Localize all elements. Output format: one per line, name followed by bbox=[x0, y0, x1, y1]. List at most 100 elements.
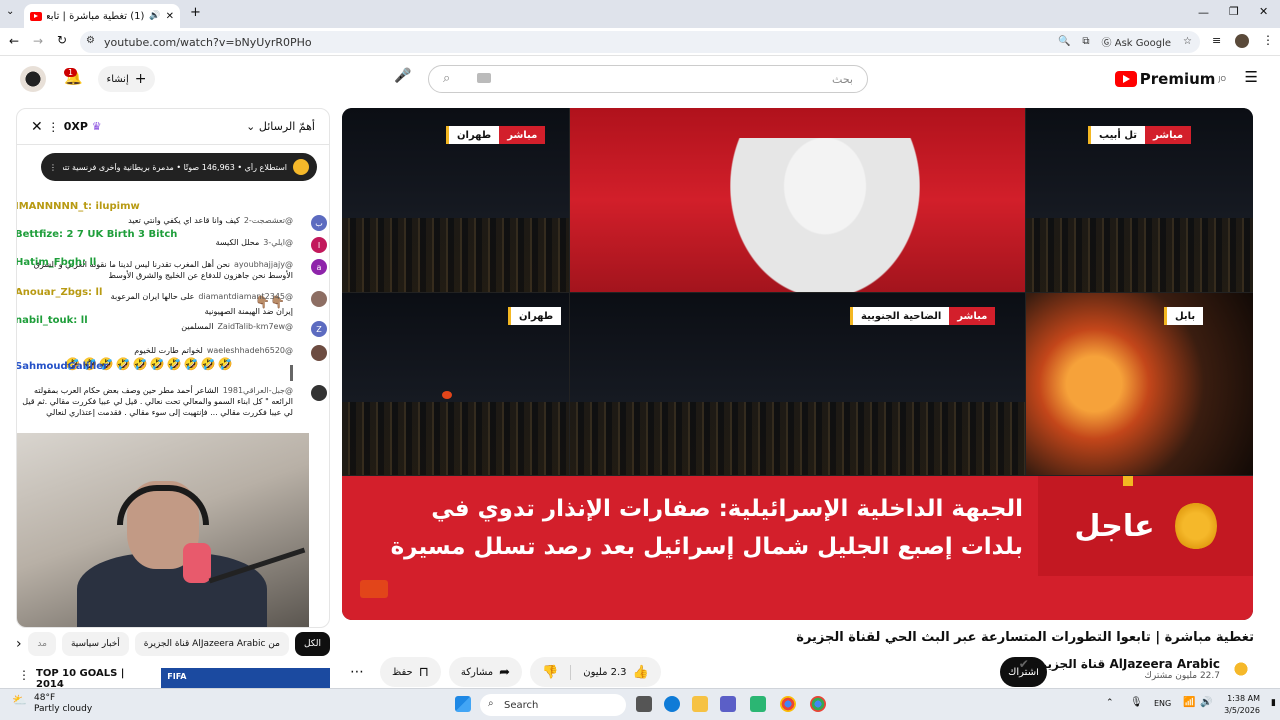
account-avatar[interactable] bbox=[20, 66, 46, 92]
search-placeholder: بحث bbox=[832, 72, 853, 86]
channel-name[interactable]: AlJazeera Arabic قناة الجزيرة bbox=[1033, 657, 1220, 671]
sort-label: أهمّ الرسائل bbox=[258, 120, 315, 133]
rec-thumbnail[interactable]: FIFA bbox=[161, 668, 330, 690]
message-author[interactable]: @ايلي-3 bbox=[263, 238, 293, 247]
author-avatar: a bbox=[311, 259, 327, 275]
breaking-news-banner: عاجل الجبهة الداخلية الإسرائيلية: صفارات… bbox=[342, 476, 1253, 620]
more-actions-icon[interactable]: ⋯ bbox=[342, 657, 372, 687]
chat-scrollbar[interactable] bbox=[290, 365, 293, 381]
channel-avatar[interactable] bbox=[1228, 656, 1254, 682]
volume-icon[interactable]: 🔊 bbox=[1200, 697, 1212, 708]
chip-more[interactable]: مد bbox=[28, 632, 56, 656]
video-player[interactable]: مباشر طهران مباشر تل أبيب طهران مباشر الضاح… bbox=[342, 108, 1253, 620]
message-author[interactable]: @تعشصجت-2 bbox=[244, 216, 293, 225]
tab-search-icon[interactable]: ⌄ bbox=[6, 6, 14, 17]
chip-politics[interactable]: أخبار سياسية bbox=[61, 632, 129, 656]
thumbs-up-icon: 👍 bbox=[632, 664, 649, 680]
share-button[interactable]: ➦ مشاركة bbox=[448, 657, 523, 687]
like-button[interactable]: 👍 2.3 مليون bbox=[570, 664, 660, 680]
bookmark-star-icon[interactable]: ☆ bbox=[1183, 36, 1192, 47]
tray-chevron-icon[interactable]: ⌃ bbox=[1106, 698, 1114, 708]
headphones-icon bbox=[117, 485, 209, 525]
input-language[interactable]: ENG bbox=[1154, 699, 1171, 708]
forward-icon[interactable]: → bbox=[33, 34, 43, 48]
keyboard-icon[interactable] bbox=[477, 73, 491, 83]
save-button[interactable]: ⊓ حفظ bbox=[380, 657, 441, 687]
create-button[interactable]: إنشاء + bbox=[98, 66, 155, 92]
close-chat-icon[interactable]: ✕ bbox=[31, 119, 43, 135]
xp-badge[interactable]: 0XP ♛ bbox=[64, 120, 102, 133]
breaking-tag: عاجل bbox=[1038, 476, 1253, 576]
message-text: إيران ضد الهيمنة الصهيونية bbox=[204, 307, 293, 316]
task-view-icon[interactable] bbox=[636, 696, 652, 712]
notification-center-icon[interactable]: ▮ bbox=[1271, 698, 1276, 708]
message-author[interactable]: @جبل-العراقي1981 bbox=[223, 386, 293, 395]
message-author[interactable]: @ayoubhajjajy bbox=[234, 260, 293, 269]
voice-search-icon[interactable]: 🎤 bbox=[392, 68, 414, 90]
poll-menu-icon[interactable]: ⋮ bbox=[49, 163, 57, 172]
chrome-active-icon[interactable] bbox=[810, 696, 826, 712]
tab-title: (1) تغطية مباشرة | تابعوا التط bbox=[47, 10, 145, 22]
poll-banner[interactable]: استطلاع رأي • 146,963 صوتًا • مدمرة بريط… bbox=[41, 153, 317, 181]
app-icon[interactable] bbox=[750, 696, 766, 712]
youtube-premium-logo[interactable]: Premium JO bbox=[1114, 70, 1226, 88]
start-icon[interactable] bbox=[455, 696, 471, 712]
install-icon[interactable]: ⧉ bbox=[1082, 36, 1089, 47]
studio-guest bbox=[730, 138, 920, 292]
chrome-icon[interactable] bbox=[780, 696, 796, 712]
rec-menu-icon[interactable]: ⋮ bbox=[18, 668, 30, 682]
browser-menu-icon[interactable]: ⋮ bbox=[1262, 33, 1274, 47]
chip-all[interactable]: الكل bbox=[294, 632, 330, 656]
taskbar-search[interactable]: ⌕ Search bbox=[480, 694, 626, 716]
message-author[interactable]: @waeleshhadeh6520 bbox=[207, 346, 293, 355]
channel-info[interactable]: AlJazeera Arabic قناة الجزيرة ✔ 22.7 ملي… bbox=[1019, 656, 1254, 682]
feed-studio bbox=[570, 108, 1025, 292]
browser-tab[interactable]: (1) تغطية مباشرة | تابعوا التط 🔊 ✕ bbox=[24, 4, 180, 28]
edge-icon[interactable] bbox=[664, 696, 680, 712]
weather-icon: ⛅ bbox=[12, 693, 27, 707]
clock[interactable]: 1:38 AM 3/5/2026 bbox=[1224, 693, 1260, 717]
reload-icon[interactable]: ↻ bbox=[57, 33, 67, 47]
time: 1:38 AM bbox=[1227, 694, 1260, 703]
url-field[interactable]: ⚙ youtube.com/watch?v=bNyUyrR0PHo 🔍 ⧉ Ⓖ … bbox=[80, 31, 1200, 53]
message-author[interactable]: @ZaidTalib-km7ew bbox=[217, 322, 293, 331]
stream-overlay-text: IMANNNNN_t: ilupimw bbox=[16, 201, 140, 212]
teams-icon[interactable] bbox=[720, 696, 736, 712]
network-icon[interactable]: 📶 bbox=[1183, 697, 1195, 708]
corner-logo-icon bbox=[360, 580, 388, 598]
profile-avatar[interactable] bbox=[1235, 34, 1249, 48]
tray-mic-icon[interactable]: 🎙 bbox=[1130, 697, 1143, 708]
dislike-button[interactable]: 👎 bbox=[530, 665, 570, 680]
chat-options-icon[interactable]: ⋮ bbox=[47, 120, 59, 134]
recommendation-chips: الكل من AlJazeera Arabic قناة الجزيرة أخ… bbox=[16, 632, 330, 656]
tab-list-icon[interactable]: ≡ bbox=[1212, 34, 1221, 47]
file-explorer-icon[interactable] bbox=[692, 696, 708, 712]
ask-google-button[interactable]: Ⓖ Ask Google bbox=[1102, 34, 1171, 49]
chat-sort-dropdown[interactable]: أهمّ الرسائل ⌄ bbox=[246, 120, 315, 133]
close-tab-icon[interactable]: ✕ bbox=[166, 11, 174, 22]
site-info-icon[interactable]: ⚙ bbox=[86, 35, 95, 46]
author-avatar: I bbox=[311, 237, 327, 253]
feed-tehran-2: طهران bbox=[342, 293, 569, 475]
headline-line-2: بلدات إصبع الجليل شمال إسرائيل بعد رصد ت… bbox=[390, 534, 1023, 560]
feed-telaviv: مباشر تل أبيب bbox=[1026, 108, 1253, 292]
chips-prev-icon[interactable]: ‹ bbox=[16, 636, 22, 652]
taskbar-search-icon: ⌕ bbox=[488, 698, 494, 709]
new-tab-icon[interactable]: + bbox=[190, 5, 201, 20]
premium-text: Premium bbox=[1139, 70, 1216, 88]
message-author[interactable]: @diamantdiamant2345 bbox=[198, 292, 293, 301]
chip-channel[interactable]: من AlJazeera Arabic قناة الجزيرة bbox=[134, 632, 289, 656]
minimize-icon[interactable]: — bbox=[1198, 6, 1209, 19]
maximize-icon[interactable]: ❐ bbox=[1229, 5, 1239, 18]
search-icon[interactable]: ⌕ bbox=[443, 71, 450, 86]
guide-menu-icon[interactable]: ☰ bbox=[1245, 68, 1258, 86]
create-label: إنشاء bbox=[106, 73, 129, 85]
chat-message: ب @تعشصجت-2 كيف وانا قاعد اي يكفي وانتي تع… bbox=[17, 215, 329, 231]
recommended-video[interactable]: ⋮ TOP 10 GOALS | 2014 FIFA bbox=[16, 668, 330, 690]
zoom-icon[interactable]: 🔍 bbox=[1058, 36, 1070, 47]
search-box[interactable]: بحث ⌕ bbox=[428, 65, 868, 93]
weather-widget[interactable]: ⛅ 48°F Partly cloudy bbox=[12, 693, 92, 715]
author-avatar: ب bbox=[311, 215, 327, 231]
back-icon[interactable]: ← bbox=[9, 34, 19, 48]
close-window-icon[interactable]: ✕ bbox=[1259, 5, 1268, 18]
